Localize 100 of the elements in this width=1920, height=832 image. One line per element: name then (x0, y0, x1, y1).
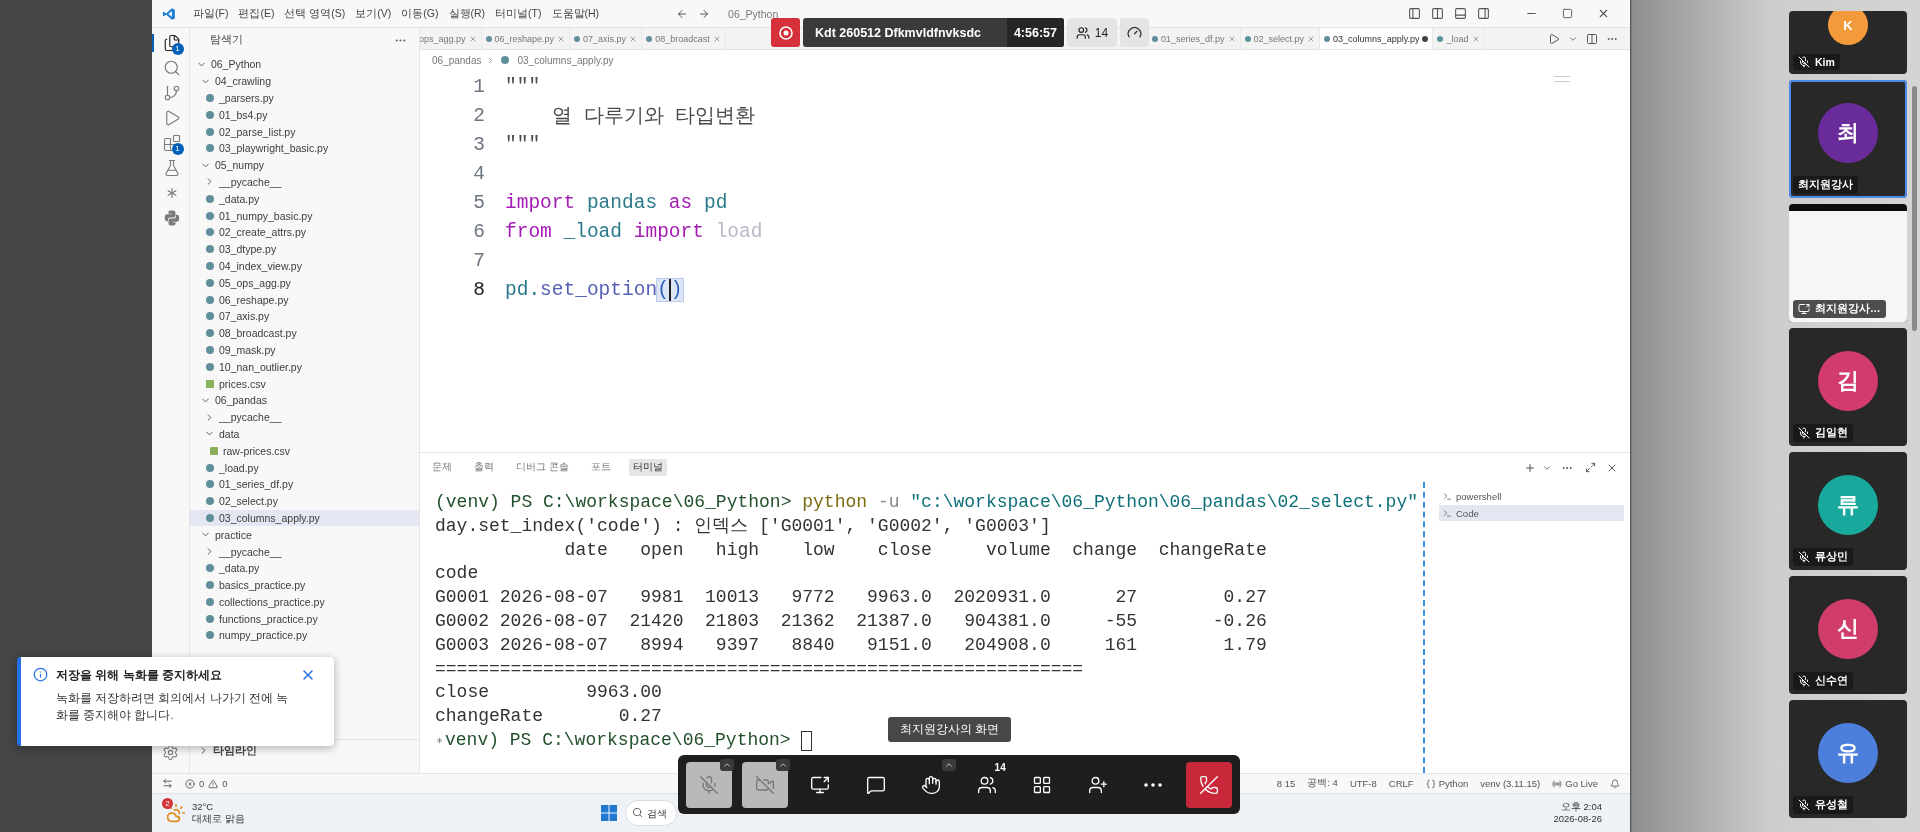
file-tree-item[interactable]: 07_axis.py (190, 307, 419, 325)
breadcrumb-item[interactable]: 06_pandas (432, 54, 482, 66)
file-tree-item[interactable]: 04_crawling (190, 72, 419, 90)
line-number: 6 (472, 220, 485, 243)
participant-name-tag: 신수연 (1793, 672, 1853, 690)
file-tree-item[interactable]: 02_create_attrs.py (190, 223, 419, 241)
menu-item[interactable]: 실행(R) (443, 6, 491, 21)
file-tree-item[interactable]: 03_playwright_basic.py (190, 140, 419, 157)
file-tree-item[interactable]: collections_practice.py (190, 593, 419, 611)
line-number: 2 (472, 104, 485, 127)
file-tree-item[interactable]: 10_nan_outlier.py (190, 358, 419, 376)
file-tree-item[interactable]: numpy_practice.py (190, 627, 419, 644)
file-tree-item[interactable]: practice (190, 526, 419, 544)
file-tree-item[interactable]: _data.py (190, 190, 419, 208)
participant-tile[interactable]: 김 김일현 (1789, 328, 1907, 446)
file-tree-item[interactable]: 02_parse_list.py (190, 123, 419, 140)
status-item[interactable]: CRLF (1388, 778, 1414, 789)
status-item[interactable]: Python (1425, 778, 1469, 789)
line-number: 5 (472, 191, 485, 214)
status-item[interactable]: UTF-8 (1349, 778, 1377, 789)
terminal-line: day.set_index('code') : 인덱스 ['G0001', 'G0002', 'G0003'] (435, 514, 1052, 538)
menu-item[interactable]: 파일(F) (188, 6, 234, 21)
menu-item[interactable]: 선택 영역(S) (279, 6, 351, 21)
file-tree-item[interactable]: 09_mask.py (190, 341, 419, 359)
menu-item[interactable]: 이동(G) (396, 6, 444, 21)
menu-item[interactable]: 편집(E) (233, 6, 280, 21)
file-tree-item[interactable]: prices.csv (190, 375, 419, 392)
editor-tab[interactable]: ops_agg.py (420, 28, 482, 49)
terminal-prompt: venv) PS C:\workspace\06_Python> (445, 728, 792, 752)
file-tree-item[interactable]: _data.py (190, 559, 419, 577)
file-tree-item[interactable]: 02_select.py (190, 492, 419, 510)
file-tree-item[interactable]: functions_practice.py (190, 610, 419, 628)
file-tree-item[interactable]: 03_columns_apply.py (190, 509, 419, 527)
file-tree-item[interactable]: basics_practice.py (190, 576, 419, 594)
participant-count: 14 (994, 761, 1006, 773)
line-number: 8 (472, 278, 485, 301)
terminal-line: close 9963.00 (435, 681, 663, 705)
file-tree-item[interactable]: _load.py (190, 459, 419, 476)
search-field[interactable]: 검색 (624, 800, 677, 826)
status-item[interactable]: 공백: 4 (1307, 777, 1338, 790)
file-tree-item[interactable]: __pycache__ (190, 543, 419, 560)
file-tree-item[interactable]: 06_Python (190, 56, 419, 73)
terminal-line: (venv) PS C:\workspace\06_Python> python -u "c:\workspace\06_Python\06_pandas\02_select.py" (435, 491, 1419, 514)
error-count: 0 (199, 778, 205, 789)
file-tree-item[interactable]: 01_bs4.py (190, 106, 419, 124)
code-editor[interactable]: 1 """ 2 열 다루기와 타입변환 3 """ 4 5 import pandas as pd 6 from _load import load 7 8 pd.set_option() (420, 70, 1630, 452)
sidebar-title: 탐색기 (210, 33, 243, 47)
terminal-line: G0003 2026-08-07 8994 9397 8840 9151.0 204908.0 161 1.79 (435, 633, 1268, 657)
status-item[interactable]: Go Live (1552, 778, 1598, 789)
file-tree-item[interactable]: __pycache__ (190, 173, 419, 191)
file-tree-item[interactable]: _parsers.py (190, 89, 419, 107)
file-tree-item[interactable]: __pycache__ (190, 408, 419, 426)
status-item[interactable]: venv (3.11.15) (1480, 778, 1541, 789)
file-tree-item[interactable]: 08_broadcast.py (190, 324, 419, 342)
file-tree-item[interactable]: 01_series_df.py (190, 475, 419, 493)
terminal-session-item[interactable]: Code (1439, 505, 1624, 521)
file-tree-item[interactable]: 05_numpy (190, 156, 419, 174)
participant-tile[interactable]: 류 류상민 (1789, 452, 1907, 570)
screen-share-tile[interactable]: 최지원강사… (1789, 204, 1907, 322)
line-number: 4 (472, 162, 485, 185)
menu-item[interactable]: 터미널(T) (490, 6, 547, 21)
weather-text: 대체로 맑음 (192, 813, 245, 825)
avatar: 신 (1818, 599, 1878, 659)
file-tree-item[interactable]: 05_ops_agg.py (190, 274, 419, 292)
activity-bar-item[interactable]: 1 (151, 134, 190, 152)
breadcrumb-item[interactable]: 03_columns_apply.py (517, 54, 614, 66)
panel-tab[interactable]: 포트 (586, 459, 615, 476)
file-tree-item[interactable]: 03_dtype.py (190, 240, 419, 258)
file-tree-item[interactable]: raw-prices.csv (190, 442, 419, 460)
participant-count-button[interactable]: 14 (1067, 18, 1117, 47)
participant-name-tag: Kim (1793, 54, 1840, 70)
panel-tab[interactable]: 문제 (428, 459, 456, 476)
file-tree-item[interactable]: 04_index_view.py (190, 257, 419, 275)
file-tree-item[interactable]: 06_reshape.py (190, 291, 419, 308)
participant-tile[interactable]: 유 유성철 (1789, 700, 1907, 818)
panel-tab[interactable]: 터미널 (628, 459, 667, 476)
editor-tab[interactable]: 03_columns_apply.py (1320, 28, 1434, 49)
menu-item[interactable]: 보기(V) (350, 6, 397, 21)
line-number: 7 (472, 249, 485, 272)
status-item[interactable]: 8 15 (1276, 778, 1296, 789)
menu-item[interactable]: 도움말(H) (546, 6, 605, 21)
file-tree-item[interactable]: data (190, 425, 419, 443)
panel-tab[interactable]: 디버그 콘솔 (512, 459, 573, 476)
file-tree-item[interactable]: 01_numpy_basic.py (190, 207, 419, 224)
file-tree-item[interactable]: 06_pandas (190, 391, 419, 409)
terminal-line: changeRate 0.27 (435, 705, 663, 729)
clock-time: 오후 2:04 (1560, 801, 1602, 813)
participant-name-tag: 김일현 (1793, 424, 1853, 442)
participants-button[interactable]: 14 (963, 761, 1010, 808)
terminal-session-item[interactable]: powershell (1439, 488, 1624, 504)
code-line: 열 다루기와 타입변환 (550, 105, 756, 129)
panel-tab[interactable]: 출력 (470, 459, 498, 476)
participant-tile[interactable]: 신 신수연 (1789, 576, 1907, 694)
terminal-line: G0002 2026-08-07 21420 21803 21362 21387.0 904381.0 -55 -0.26 (435, 610, 1268, 633)
warning-count: 0 (222, 778, 228, 789)
participant-tile[interactable]: 최 최지원강사 (1789, 80, 1907, 198)
avatar: 김 (1818, 351, 1878, 411)
code-line: """ (505, 133, 541, 156)
code-line: import pandas as pd (505, 191, 728, 214)
participant-tile[interactable]: K Kim (1789, 11, 1907, 74)
